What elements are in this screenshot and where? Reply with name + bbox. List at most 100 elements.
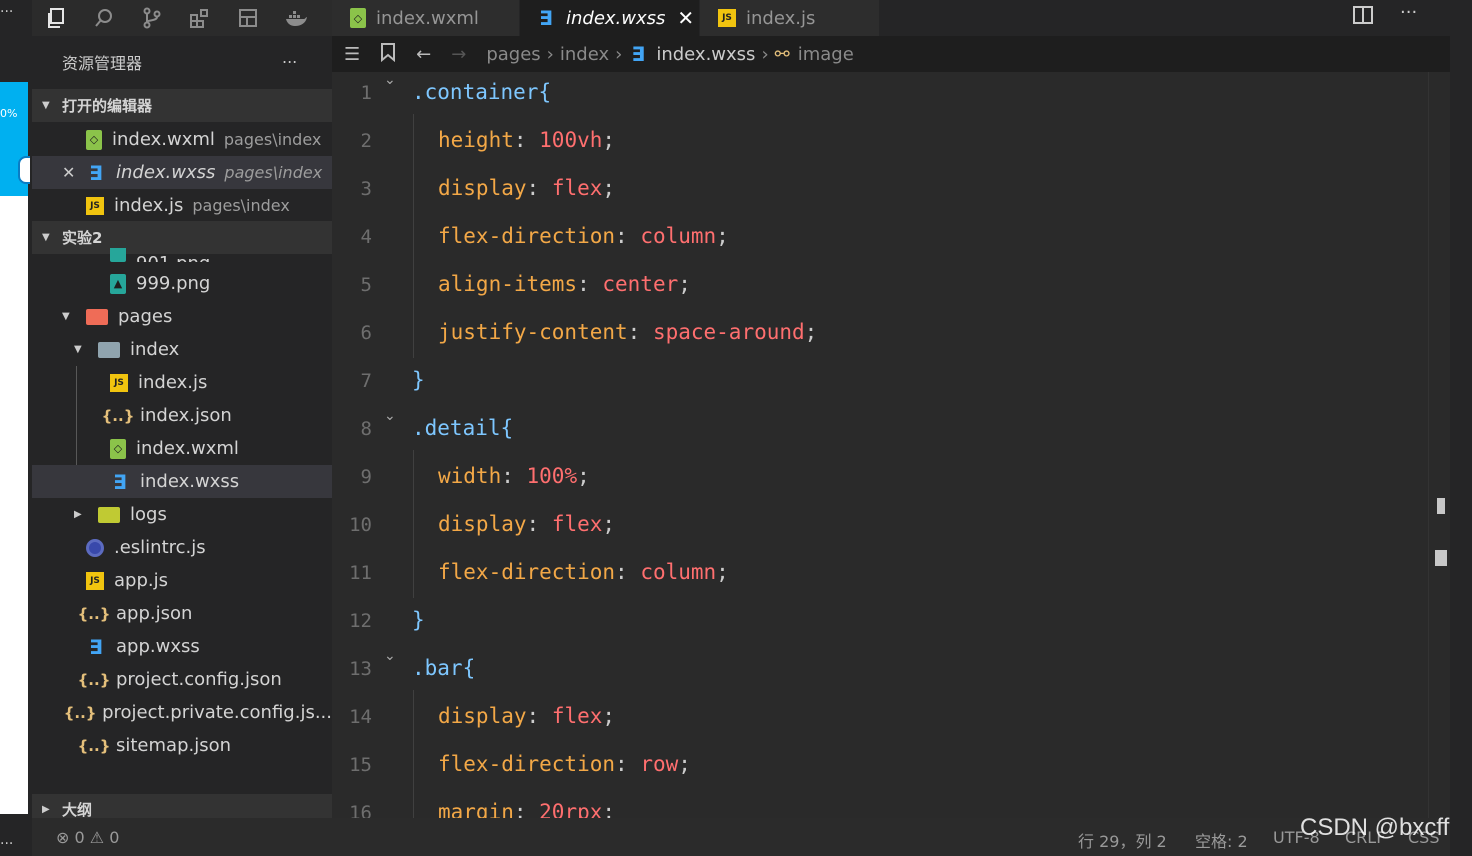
watermark: CSDN @bxcff [1300,814,1450,841]
project-label: 实验2 [62,229,103,247]
search-icon[interactable] [80,0,128,36]
warning-icon: ⚠ [89,828,105,847]
code-line: display: flex; [438,176,616,200]
file-item[interactable]: {..} project.config.json [32,663,332,696]
file-item[interactable]: JS index.js [32,366,332,399]
fold-chevron-icon[interactable]: ⌄ [384,72,396,88]
chevron-right-icon: ▶ [74,509,82,520]
tab-close-icon[interactable]: ✕ [677,6,694,30]
simulator-capsule-button[interactable] [18,156,30,184]
file-name: project.private.config.js... [102,702,332,723]
folder-item-index[interactable]: ▼ index [32,333,332,366]
folder-icon [98,506,120,523]
wxss-file-icon: ∃ [113,469,127,494]
folder-item-logs[interactable]: ▶ logs [32,498,332,531]
open-editor-item[interactable]: JS index.js pages\index [32,189,332,222]
line-number: 7 [360,370,372,392]
tab-label: index.wxml [376,7,479,29]
eslint-file-icon [86,538,104,557]
indent-guide [413,450,414,598]
layout-icon[interactable] [224,0,272,36]
line-number: 3 [360,178,372,200]
code-editor[interactable]: 1 ⌄ .container{ 2 height: 100vh; 3 displ… [332,72,1450,818]
breadcrumb-item[interactable]: pages [486,44,540,65]
json-file-icon: {..} [77,736,111,755]
explorer-title: 资源管理器 [62,54,143,73]
folder-open-icon [98,341,120,358]
editor-scrollbar[interactable] [1428,72,1451,818]
extensions-icon[interactable] [176,0,224,36]
file-item-partial[interactable]: 901.png [32,248,332,262]
wxss-file-icon: ∃ [539,6,553,30]
chevron-right-icon: › [761,43,769,65]
line-number: 14 [349,706,372,728]
chevron-right-icon: ▶ [42,803,50,815]
code-line: .detail{ [412,416,514,440]
open-editors-section[interactable]: ▼ 打开的编辑器 [32,89,332,122]
breadcrumb-item[interactable]: index.wxss [656,44,755,65]
file-item[interactable]: ◇ index.wxml [32,432,332,465]
line-number: 9 [360,466,372,488]
open-editor-name: index.wxss [116,162,216,183]
list-icon[interactable]: ☰ [344,44,360,65]
file-item[interactable]: JS app.js [32,564,332,597]
file-item[interactable]: ∃ app.wxss [32,630,332,663]
simulator-menu-dots[interactable]: ... [0,0,13,16]
chevron-down-icon: ▼ [74,344,82,355]
file-name: app.json [116,603,193,624]
file-item[interactable]: ▲ 999.png [32,267,332,300]
open-editor-path: pages\index [223,130,322,149]
indentation[interactable]: 空格: 2 [1195,828,1248,852]
line-number: 15 [349,754,372,776]
file-item[interactable]: {..} index.json [32,399,332,432]
open-editor-item[interactable]: ◇ index.wxml pages\index [32,123,332,156]
code-line: width: 100%; [438,464,590,488]
breadcrumb-item[interactable]: image [798,44,854,65]
tab-index-js[interactable]: JS index.js [700,0,880,36]
arrow-right-icon[interactable]: → [451,44,466,65]
fold-chevron-icon[interactable]: ⌄ [384,648,396,664]
cursor-marker [1435,550,1447,566]
explorer-icon[interactable] [32,0,80,36]
open-editor-name: index.js [114,195,184,216]
file-name: 901.png [136,253,210,262]
code-line: display: flex; [438,512,616,536]
bookmark-icon[interactable] [380,42,396,67]
close-icon[interactable]: ✕ [62,163,75,182]
code-line: flex-direction: column; [438,560,729,584]
file-name: index.wxml [136,438,239,459]
code-line: justify-content: space-around; [438,320,818,344]
source-control-icon[interactable] [128,0,176,36]
simulator-bottom-dots[interactable]: ... [0,832,13,848]
file-name: index.js [138,372,208,393]
cursor-position[interactable]: 行 29，列 2 [1078,828,1167,852]
file-item[interactable]: {..} sitemap.json [32,729,332,762]
split-editor-icon[interactable] [1352,4,1374,31]
line-number: 11 [349,562,372,584]
tab-index-wxss[interactable]: ∃ index.wxss ✕ [520,0,700,36]
file-item[interactable]: {..} project.private.config.js... [32,696,332,729]
file-item[interactable]: .eslintrc.js [32,531,332,564]
problems-indicator[interactable]: ⊗ 0 ⚠ 0 [56,828,119,847]
code-line: .bar{ [412,656,476,680]
explorer-more-button[interactable]: ... [282,48,297,67]
wxss-file-icon: ∃ [631,42,646,66]
open-editor-name: index.wxml [112,129,215,150]
file-item[interactable]: {..} app.json [32,597,332,630]
fold-chevron-icon[interactable]: ⌄ [384,408,396,424]
file-item-selected[interactable]: ∃ index.wxss [32,465,332,498]
tab-index-wxml[interactable]: ◇ index.wxml [332,0,520,36]
json-file-icon: {..} [63,703,97,722]
open-editor-item-active[interactable]: ✕ ∃ index.wxss pages\index [32,156,332,189]
breadcrumb-item[interactable]: index [560,44,609,65]
code-line: } [412,608,425,632]
line-number: 2 [360,130,372,152]
line-number: 1 [360,82,372,104]
explorer-panel: 资源管理器 ... ▼ 打开的编辑器 ◇ index.wxml pages\in… [32,36,332,856]
more-actions-icon[interactable]: ··· [1400,2,1417,23]
folder-item-pages[interactable]: ▼ pages [32,300,332,333]
docker-icon[interactable] [272,0,320,36]
file-name: app.js [114,570,168,591]
arrow-left-icon[interactable]: ← [416,44,431,65]
chevron-down-icon: ▼ [62,311,70,322]
